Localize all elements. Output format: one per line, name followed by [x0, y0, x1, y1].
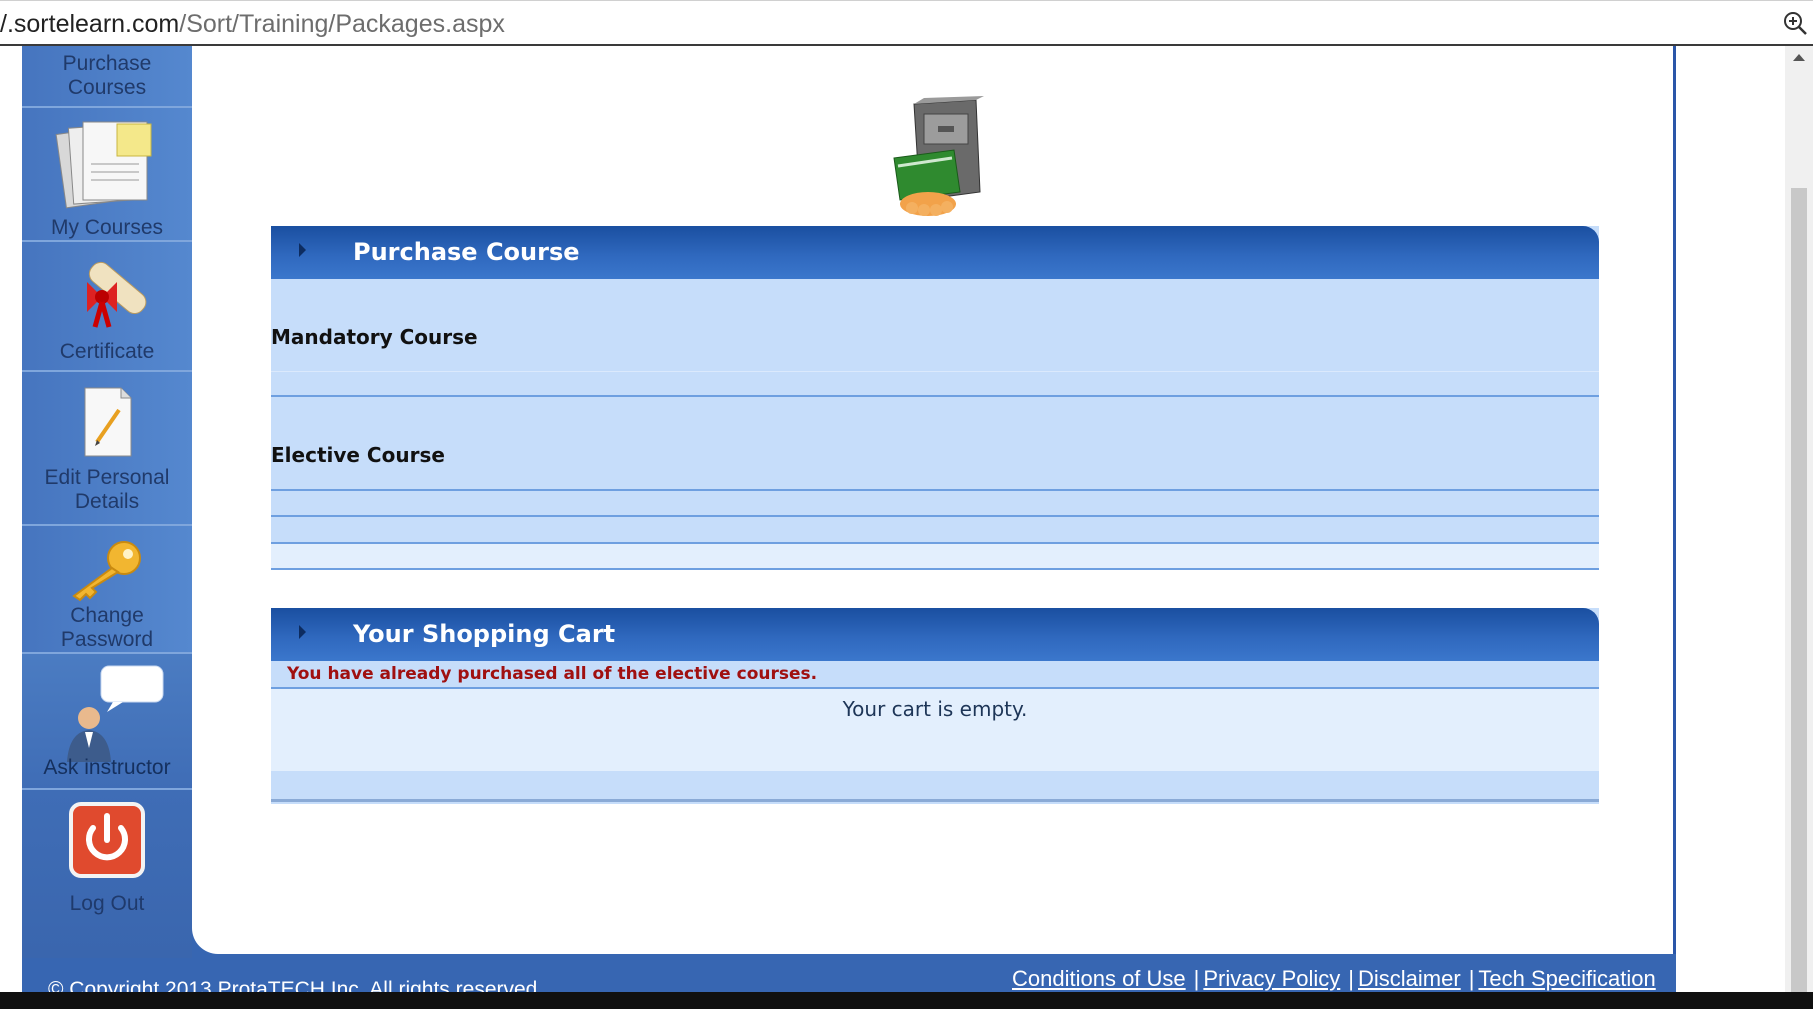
instructor-speech-icon: [67, 665, 164, 762]
url-host: /.sortelearn.com: [0, 10, 180, 38]
sidebar-item-label: Certificate: [59, 340, 155, 363]
shopping-cart-panel: Your Shopping Cart You have already purc…: [271, 608, 1599, 804]
purchase-cabinet-money-icon: [893, 96, 984, 216]
mandatory-course-label: Mandatory Course: [271, 325, 478, 349]
sidebar-item-label: Edit Personal: [44, 466, 170, 489]
edit-document-icon: [84, 387, 132, 457]
sidebar-item-ask-instructor[interactable]: Ask instructor: [22, 654, 192, 790]
sidebar-item-label: Log Out: [69, 892, 145, 915]
cart-empty-text: Your cart is empty.: [842, 697, 1028, 721]
sidebar-item-certificate[interactable]: Certificate: [22, 242, 192, 372]
elective-course-list-row: [271, 491, 1599, 517]
panel-title: Purchase Course: [353, 238, 580, 266]
sidebar-item-label: My Courses: [50, 216, 164, 239]
elective-course-label: Elective Course: [271, 443, 445, 467]
url-text[interactable]: /.sortelearn.com/Sort/Training/Packages.…: [0, 10, 505, 39]
link-separator: |: [1193, 966, 1200, 991]
sidebar-item-label: Details: [74, 490, 140, 513]
cart-notice-row: You have already purchased all of the el…: [271, 661, 1599, 689]
shopping-cart-header: Your Shopping Cart: [271, 608, 1599, 661]
elective-course-row: Elective Course: [271, 397, 1599, 491]
scrollbar-thumb[interactable]: [1791, 188, 1807, 996]
sidebar-item-label: Courses: [67, 76, 147, 99]
purchase-course-header: Purchase Course: [271, 226, 1599, 279]
cart-body: Your cart is empty.: [271, 689, 1599, 771]
certificate-scroll-icon: [87, 261, 147, 328]
cart-notice-text: You have already purchased all of the el…: [287, 664, 818, 684]
elective-course-list-row: [271, 517, 1599, 544]
sidebar: Purchase Courses My Courses Certificate: [22, 46, 192, 958]
mandatory-course-row: Mandatory Course: [271, 279, 1599, 397]
sidebar-item-purchase-courses[interactable]: Purchase Courses: [22, 46, 192, 108]
sidebar-item-change-password[interactable]: Change Password: [22, 526, 192, 654]
collapse-arrow-icon[interactable]: [299, 243, 306, 257]
key-icon: [72, 541, 141, 602]
tech-specification-link[interactable]: Tech Specification: [1478, 966, 1655, 991]
sidebar-item-my-courses[interactable]: My Courses: [22, 108, 192, 242]
zoom-icon[interactable]: [1781, 9, 1809, 37]
power-icon: [69, 802, 145, 878]
link-separator: |: [1468, 966, 1475, 991]
url-path: /Sort/Training/Packages.aspx: [179, 10, 505, 38]
os-taskbar: [0, 992, 1813, 1009]
documents-icon: [55, 121, 152, 209]
panel-title: Your Shopping Cart: [353, 620, 616, 648]
purchase-course-panel: Purchase Course Mandatory Course Electiv…: [271, 226, 1599, 570]
elective-course-list-row: [271, 544, 1599, 570]
row-divider: [271, 371, 1599, 372]
sidebar-item-label: Password: [60, 628, 154, 651]
sidebar-item-edit-personal-details[interactable]: Edit Personal Details: [22, 372, 192, 526]
footer-links: Conditions of Use | Privacy Policy | Disclai…: [1012, 966, 1656, 992]
conditions-of-use-link[interactable]: Conditions of Use: [1012, 966, 1186, 991]
privacy-policy-link[interactable]: Privacy Policy: [1203, 966, 1340, 991]
link-separator: |: [1348, 966, 1355, 991]
scroll-up-arrow-icon[interactable]: [1793, 54, 1805, 61]
disclaimer-link[interactable]: Disclaimer: [1358, 966, 1461, 991]
vertical-scrollbar[interactable]: [1785, 46, 1813, 996]
sidebar-item-label: Change: [70, 604, 144, 627]
address-bar[interactable]: /.sortelearn.com/Sort/Training/Packages.…: [0, 0, 1813, 46]
sidebar-item-label: Purchase: [62, 52, 152, 75]
sidebar-item-label: Ask instructor: [43, 756, 171, 779]
sidebar-item-log-out[interactable]: Log Out: [22, 790, 192, 958]
cart-footer-row: [271, 771, 1599, 802]
collapse-arrow-icon[interactable]: [299, 625, 306, 639]
